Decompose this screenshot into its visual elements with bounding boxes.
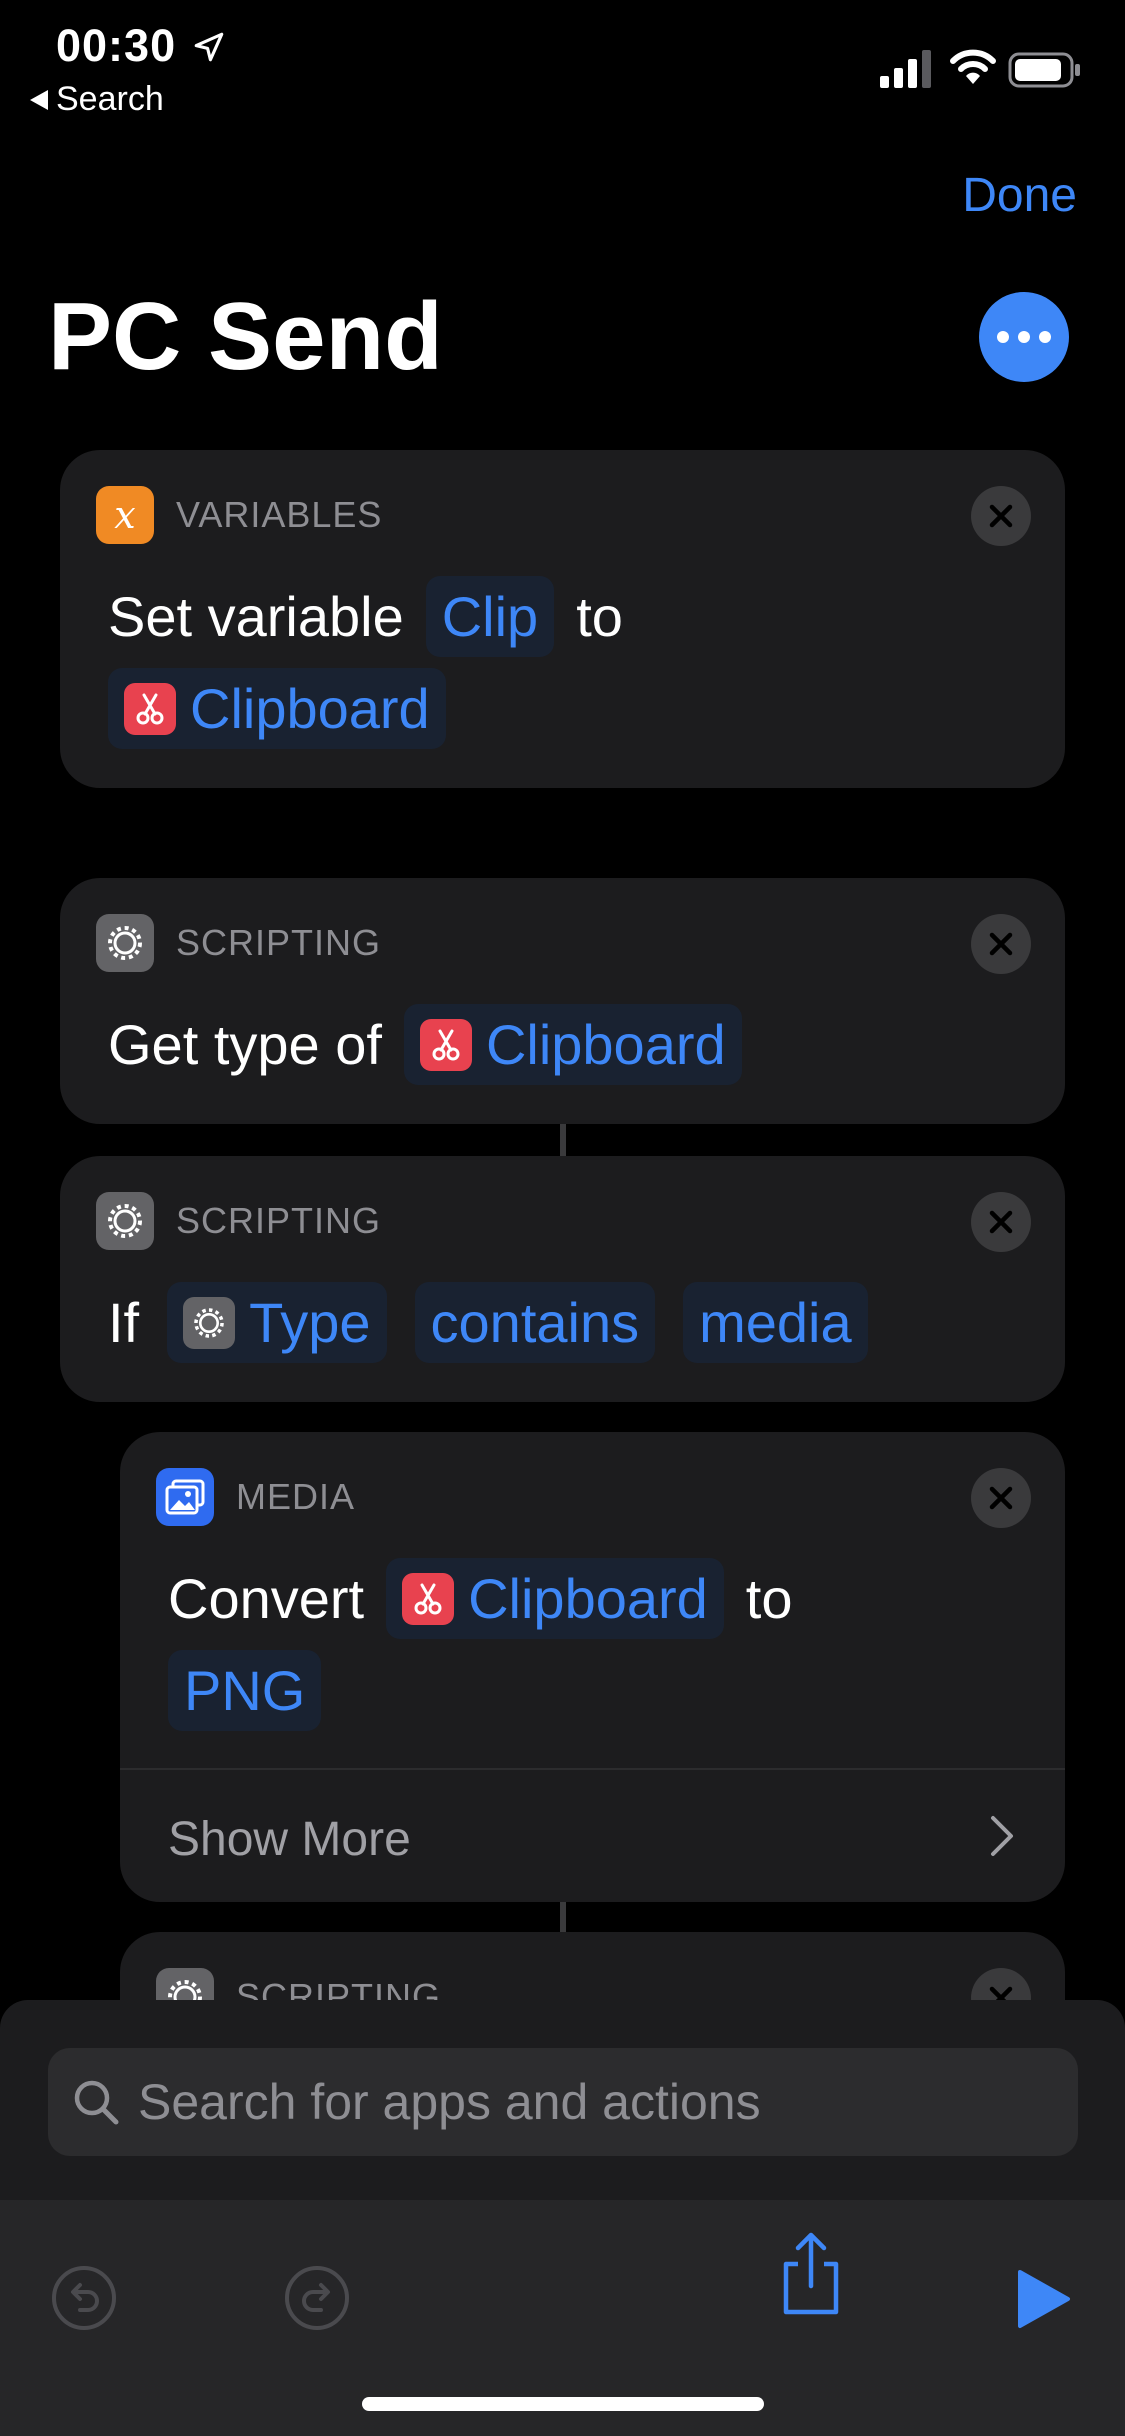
shortcut-title: PC Send	[48, 283, 443, 390]
close-icon[interactable]	[971, 1468, 1031, 1528]
search-input[interactable]: Search for apps and actions	[48, 2048, 1078, 2156]
clipboard-token[interactable]: Clipboard	[403, 1004, 742, 1085]
action-text: Set variable	[108, 585, 404, 648]
back-to-search[interactable]: Search	[30, 80, 164, 119]
wifi-icon	[950, 49, 996, 84]
play-icon[interactable]	[1016, 2268, 1072, 2330]
gear-icon	[96, 1192, 154, 1250]
action-card-if[interactable]: SCRIPTING If Type contains media	[60, 1156, 1065, 1402]
clipboard-token[interactable]: Clipboard	[386, 1558, 724, 1639]
divider	[120, 1768, 1065, 1770]
scissors-icon	[124, 682, 176, 735]
gear-icon	[183, 1296, 236, 1349]
action-search-panel: Search for apps and actions	[0, 2000, 1125, 2436]
condition-token[interactable]: contains	[414, 1282, 656, 1363]
close-icon[interactable]	[971, 914, 1031, 974]
scissors-icon	[419, 1018, 472, 1071]
category-label: SCRIPTING	[176, 922, 382, 963]
back-arrow-icon	[30, 89, 48, 110]
close-icon[interactable]	[971, 486, 1031, 546]
action-text: to	[745, 1567, 793, 1630]
close-icon[interactable]	[971, 1192, 1031, 1252]
photo-icon	[156, 1468, 214, 1526]
value-token[interactable]: media	[683, 1282, 868, 1363]
flow-connector	[560, 1124, 566, 1156]
action-text: Convert	[168, 1567, 365, 1630]
undo-icon[interactable]	[50, 2264, 118, 2332]
action-text: If	[108, 1291, 140, 1354]
action-text: Get type of	[108, 1013, 382, 1076]
search-icon	[74, 2080, 119, 2125]
action-card-convert[interactable]: MEDIA Convert Clipboard to PNG Show More	[120, 1432, 1065, 1902]
action-text: to	[576, 585, 623, 648]
chevron-right-icon[interactable]	[985, 1814, 1019, 1858]
category-label: SCRIPTING	[176, 1200, 382, 1241]
category-label: MEDIA	[236, 1476, 356, 1517]
location-arrow-icon	[194, 32, 224, 62]
action-card-get-type[interactable]: SCRIPTING Get type of Clipboard	[60, 878, 1065, 1124]
flow-connector	[560, 1902, 566, 1932]
category-label: VARIABLES	[176, 494, 383, 535]
gear-icon	[96, 914, 154, 972]
search-placeholder: Search for apps and actions	[138, 2074, 761, 2130]
variable-name-token[interactable]: Clip	[425, 576, 555, 657]
home-indicator	[362, 2397, 764, 2411]
format-token[interactable]: PNG	[168, 1650, 322, 1731]
battery-icon	[1008, 52, 1080, 88]
status-time: 00:30	[56, 20, 177, 71]
variable-icon: x	[96, 486, 154, 544]
show-more-button[interactable]: Show More	[168, 1812, 411, 1867]
scissors-icon	[402, 1572, 455, 1625]
clipboard-token[interactable]: Clipboard	[108, 668, 446, 749]
back-label: Search	[56, 80, 164, 118]
more-icon[interactable]	[979, 292, 1069, 382]
redo-icon[interactable]	[283, 2264, 351, 2332]
signal-icon	[880, 50, 931, 88]
action-card-set-variable[interactable]: x VARIABLES Set variable Clip to Clipboa…	[60, 450, 1065, 788]
done-button[interactable]: Done	[962, 168, 1077, 223]
type-variable-token[interactable]: Type	[167, 1282, 387, 1363]
share-icon[interactable]	[778, 2230, 844, 2316]
